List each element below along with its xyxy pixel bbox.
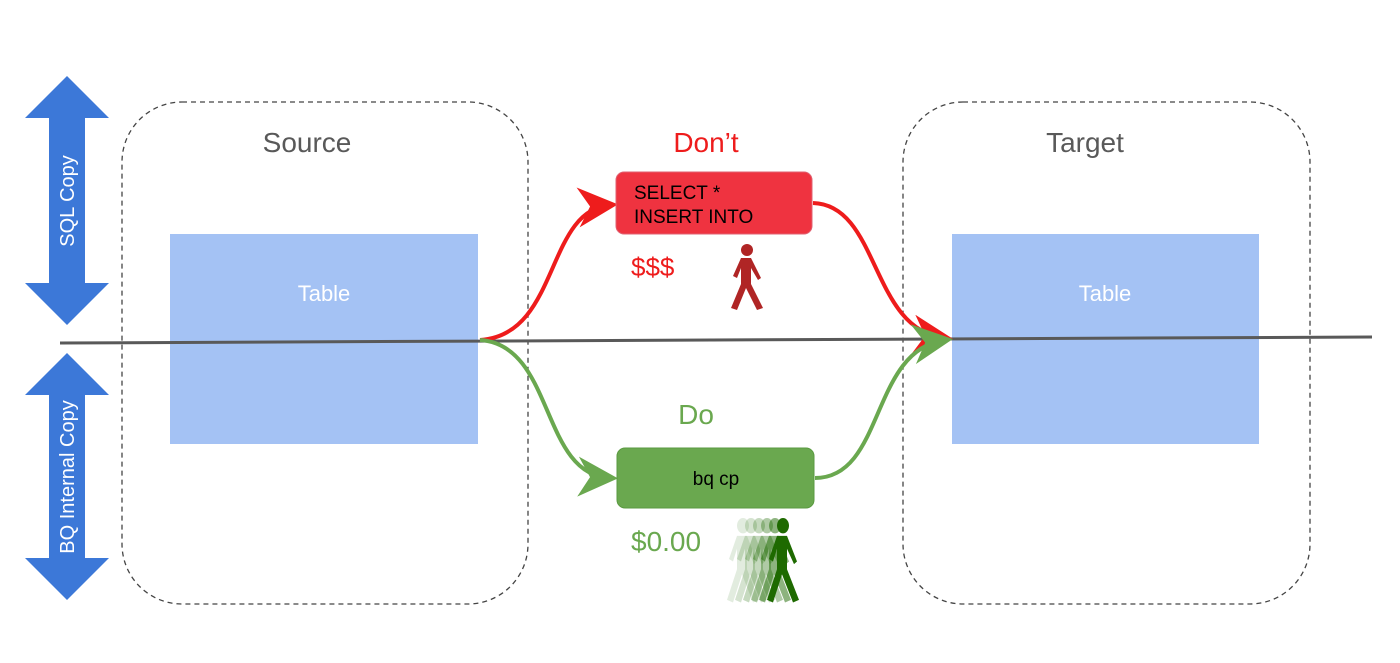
copy-diagram: SQL Copy BQ Internal Copy Source Target … [25,76,1373,605]
fast-walking-person-icon [727,518,799,603]
target-table-label: Table [1079,281,1132,306]
do-path-out [814,324,953,480]
do-cost: $0.00 [631,526,701,557]
source-table-label: Table [298,281,351,306]
dont-query-line1: SELECT * [634,183,721,204]
source-title: Source [263,127,352,158]
sql-copy-label: SQL Copy [57,155,79,247]
dont-path-out [812,201,953,355]
bq-internal-copy-label: BQ Internal Copy [57,400,79,553]
target-title: Target [1046,127,1124,158]
do-heading: Do [678,399,714,430]
do-command-label: bq cp [693,469,739,490]
dont-query-line2: INSERT INTO [634,207,753,228]
source-table [170,234,478,444]
dont-heading: Don’t [673,127,739,158]
walking-person-icon [731,244,763,310]
do-path-in [479,338,618,497]
dont-path-in [479,187,618,342]
dont-cost: $$$ [631,252,675,282]
